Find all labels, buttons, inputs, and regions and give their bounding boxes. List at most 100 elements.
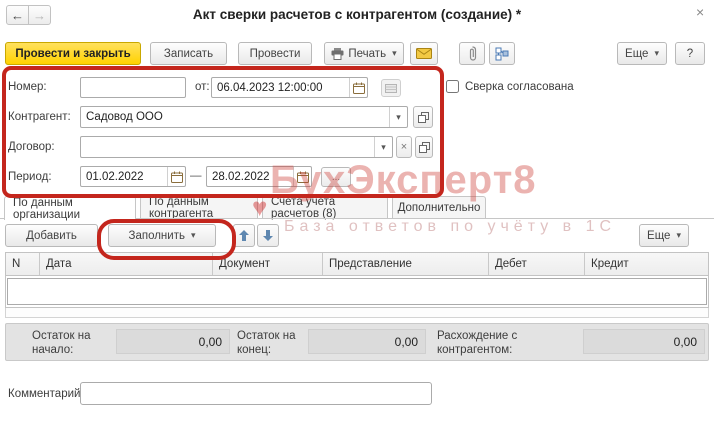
- post-and-close-button[interactable]: Провести и закрыть: [5, 42, 141, 65]
- send-email-button[interactable]: [410, 42, 438, 65]
- counterparty-field[interactable]: ▾: [80, 106, 408, 128]
- paperclip-icon: [468, 46, 477, 61]
- table-footer-strip: [5, 308, 709, 318]
- datetime-field[interactable]: [211, 77, 368, 98]
- add-row-button[interactable]: Добавить: [5, 224, 98, 247]
- period-choose-button[interactable]: ...: [321, 167, 351, 187]
- page-title: Акт сверки расчетов с контрагентом (созд…: [0, 7, 714, 22]
- tab-label: Дополнительно: [398, 202, 481, 214]
- contract-open-button[interactable]: [415, 136, 433, 158]
- counterparty-input[interactable]: [81, 107, 389, 127]
- add-label: Добавить: [26, 230, 77, 242]
- help-button[interactable]: ?: [675, 42, 705, 65]
- attachments-button[interactable]: [459, 42, 485, 65]
- contract-input[interactable]: [81, 137, 374, 157]
- calendar-icon[interactable]: [349, 78, 367, 97]
- comment-input[interactable]: [81, 383, 431, 404]
- chevron-down-icon: ▾: [191, 230, 196, 241]
- move-row-up-button[interactable]: [233, 224, 255, 247]
- print-button[interactable]: Печать ▾: [324, 42, 404, 65]
- period-dash: —: [190, 170, 202, 182]
- envelope-icon: [416, 48, 432, 59]
- chevron-down-icon[interactable]: ▾: [389, 107, 407, 127]
- period-label: Период:: [8, 171, 52, 183]
- ellipsis-icon: ...: [332, 172, 340, 183]
- help-label: ?: [687, 48, 693, 60]
- write-button[interactable]: Записать: [150, 42, 227, 65]
- post-button[interactable]: Провести: [238, 42, 312, 65]
- comment-field[interactable]: [80, 382, 432, 405]
- balance-end-value: 0,00: [308, 329, 426, 354]
- number-field[interactable]: [80, 77, 186, 98]
- post-and-close-label: Провести и закрыть: [15, 48, 130, 60]
- contract-field[interactable]: ▾: [80, 136, 393, 158]
- table-row[interactable]: [7, 278, 707, 305]
- chevron-down-icon[interactable]: ▾: [374, 137, 392, 157]
- close-icon[interactable]: ×: [690, 2, 710, 22]
- discrepancy-label: Расхождение с контрагентом:: [437, 329, 567, 357]
- tab-by-counterparty[interactable]: По данным контрагента: [140, 196, 258, 219]
- column-header-credit[interactable]: Кредит: [585, 253, 708, 275]
- more-label: Еще: [647, 230, 670, 242]
- tab-label: Счета учета расчетов (8): [271, 196, 379, 220]
- chevron-down-icon: ▾: [676, 230, 681, 241]
- print-label: Печать: [348, 48, 386, 60]
- chevron-down-icon: ▾: [654, 48, 659, 59]
- number-label: Номер:: [8, 81, 47, 93]
- reconciliation-approved-label: Сверка согласована: [465, 81, 574, 93]
- contract-clear-button[interactable]: ×: [396, 136, 412, 158]
- arrow-up-icon: [239, 230, 249, 241]
- amount: 0,00: [395, 335, 418, 349]
- number-input[interactable]: [81, 78, 185, 97]
- table-header: N Дата Документ Представление Дебет Кред…: [5, 252, 709, 276]
- period-from-field[interactable]: [80, 166, 186, 187]
- clear-icon: ×: [401, 141, 407, 153]
- tab-by-organization[interactable]: По данным организации: [4, 196, 136, 220]
- balance-begin-value: 0,00: [116, 329, 230, 354]
- period-from-input[interactable]: [81, 167, 167, 186]
- balance-end-label: Остаток на конец:: [237, 329, 307, 357]
- period-to-field[interactable]: [206, 166, 312, 187]
- more-button-table[interactable]: Еще ▾: [639, 224, 689, 247]
- amount: 0,00: [674, 335, 697, 349]
- open-link-icon: [419, 142, 430, 153]
- more-label: Еще: [625, 48, 648, 60]
- calendar-icon[interactable]: [293, 167, 311, 186]
- amount: 0,00: [199, 335, 222, 349]
- column-header-document[interactable]: Документ: [213, 253, 323, 275]
- more-button-top[interactable]: Еще ▾: [617, 42, 667, 65]
- number-settings-button[interactable]: [381, 79, 401, 97]
- tab-additional[interactable]: Дополнительно: [392, 196, 486, 219]
- balance-begin-label: Остаток на начало:: [32, 329, 104, 357]
- related-documents-button[interactable]: [489, 42, 515, 65]
- column-header-date[interactable]: Дата: [40, 253, 213, 275]
- counterparty-label: Контрагент:: [8, 111, 71, 123]
- chevron-down-icon: ▾: [392, 48, 397, 59]
- column-header-debit[interactable]: Дебет: [489, 253, 585, 275]
- fill-button[interactable]: Заполнить ▾: [108, 224, 216, 247]
- tab-settlement-accounts[interactable]: Счета учета расчетов (8): [262, 196, 388, 219]
- write-label: Записать: [164, 48, 213, 60]
- move-row-down-button[interactable]: [257, 224, 279, 247]
- tab-label: По данным контрагента: [149, 196, 249, 220]
- printer-icon: [331, 48, 344, 60]
- grid-icon: [385, 84, 397, 93]
- tab-label: По данным организации: [13, 197, 127, 221]
- from-label: от:: [195, 81, 210, 93]
- table-body[interactable]: [5, 276, 709, 308]
- datetime-input[interactable]: [212, 78, 349, 97]
- post-label: Провести: [250, 48, 301, 60]
- column-header-n[interactable]: N: [6, 253, 40, 275]
- calendar-icon[interactable]: [167, 167, 185, 186]
- reconciliation-approved-checkbox[interactable]: [446, 80, 459, 93]
- structure-icon: [495, 47, 509, 61]
- counterparty-open-button[interactable]: [413, 106, 433, 128]
- discrepancy-value: 0,00: [583, 329, 705, 354]
- comment-label: Комментарий:: [8, 388, 84, 400]
- contract-label: Договор:: [8, 141, 55, 153]
- watermark-tagline: База ответов по учёту в 1С: [284, 218, 616, 236]
- arrow-down-icon: [263, 230, 273, 241]
- column-header-presentation[interactable]: Представление: [323, 253, 489, 275]
- fill-label: Заполнить: [129, 230, 185, 242]
- period-to-input[interactable]: [207, 167, 293, 186]
